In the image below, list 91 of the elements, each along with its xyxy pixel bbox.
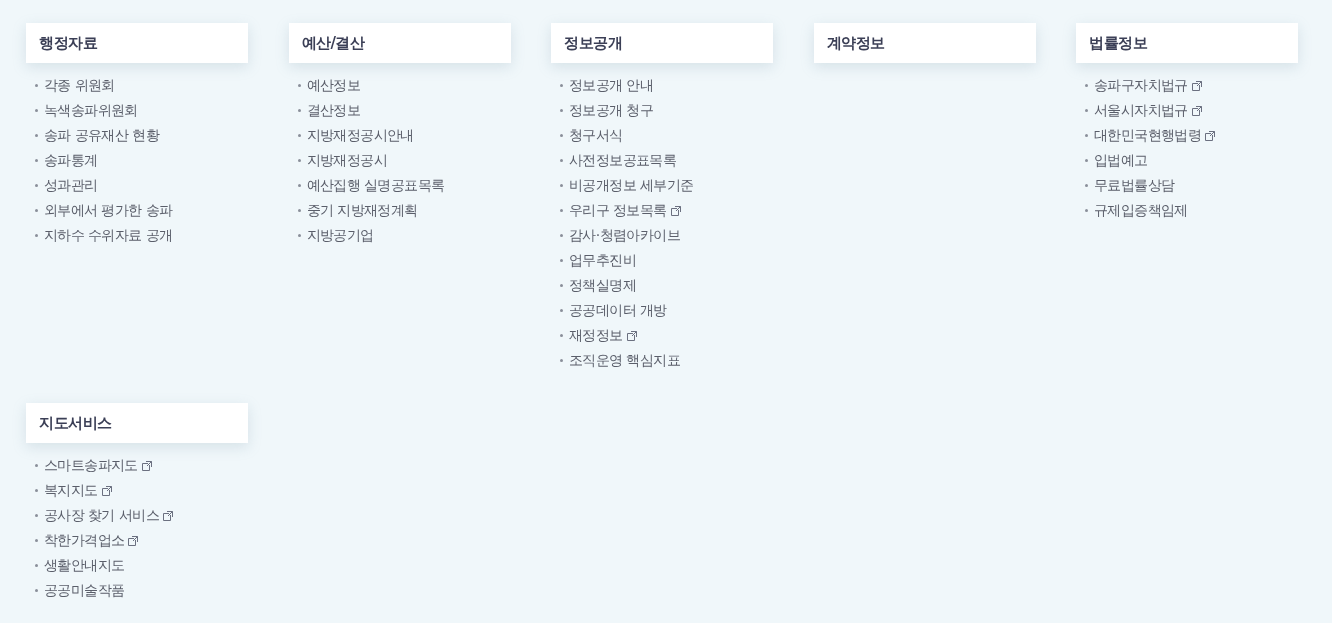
menu-link[interactable]: 착한가격업소 — [44, 528, 139, 553]
bullet-icon — [35, 134, 38, 137]
bullet-icon — [297, 84, 301, 87]
external-link-icon — [670, 205, 681, 216]
bullet-icon — [35, 184, 38, 187]
external-link-icon — [1191, 105, 1202, 116]
menu-link[interactable]: 재정정보 — [569, 323, 637, 348]
menu-link[interactable]: 공공데이터 개방 — [569, 298, 667, 323]
menu-link[interactable]: 송파구자치법규 — [1094, 73, 1202, 98]
bullet-icon — [35, 489, 38, 492]
bullet-icon — [297, 184, 301, 187]
bullet-icon — [560, 159, 563, 162]
bullet-icon — [35, 234, 38, 237]
bullet-icon — [560, 134, 563, 137]
menu-link[interactable]: 지하수 수위자료 공개 — [44, 223, 173, 248]
menu-link[interactable]: 정보공개 안내 — [569, 73, 654, 98]
menu-link[interactable]: 송파 공유재산 현황 — [44, 123, 159, 148]
menu-link[interactable]: 업무추진비 — [569, 248, 636, 273]
section-title: 지도서비스 — [26, 403, 248, 443]
section-title: 정보공개 — [551, 23, 773, 63]
menu-link[interactable]: 규제입증책임제 — [1094, 198, 1188, 223]
external-link-icon — [1205, 130, 1216, 141]
menu-link[interactable]: 예산집행 실명공표목록 — [306, 173, 445, 198]
external-link-icon — [141, 460, 152, 471]
menu-link[interactable]: 결산정보 — [306, 98, 361, 123]
menu-link[interactable]: 예산정보 — [306, 73, 361, 98]
bullet-icon — [560, 209, 563, 212]
menu-link[interactable]: 각종 위원회 — [44, 73, 115, 98]
section-title: 행정자료 — [26, 23, 248, 63]
bullet-icon — [1085, 159, 1088, 162]
menu-link[interactable]: 무료법률상담 — [1094, 173, 1175, 198]
section-title: 계약정보 — [813, 23, 1036, 63]
bullet-icon — [297, 234, 301, 237]
bullet-icon — [560, 234, 563, 237]
bullet-icon — [297, 134, 301, 137]
bullet-icon — [35, 564, 38, 567]
menu-link[interactable]: 비공개정보 세부기준 — [569, 173, 694, 198]
bullet-icon — [560, 359, 563, 362]
menu-link[interactable]: 송파통계 — [44, 148, 98, 173]
bullet-icon — [35, 109, 38, 112]
menu-link[interactable]: 대한민국현행법령 — [1094, 123, 1216, 148]
bullet-icon — [35, 159, 38, 162]
bullet-icon — [35, 539, 38, 542]
menu-link[interactable]: 서울시자치법규 — [1094, 98, 1202, 123]
bullet-icon — [1085, 184, 1088, 187]
menu-link[interactable]: 정보공개 청구 — [569, 98, 654, 123]
bullet-icon — [560, 184, 563, 187]
bullet-icon — [35, 589, 38, 592]
menu-link[interactable]: 스마트송파지도 — [44, 453, 152, 478]
menu-link[interactable]: 청구서식 — [569, 123, 623, 148]
menu-link[interactable]: 지방공기업 — [306, 223, 374, 248]
menu-link[interactable]: 우리구 정보목록 — [569, 198, 681, 223]
bullet-icon — [297, 159, 301, 162]
bullet-icon — [35, 84, 38, 87]
external-link-icon — [162, 510, 173, 521]
external-link-icon — [626, 330, 637, 341]
menu-link[interactable]: 녹색송파위원회 — [44, 98, 138, 123]
menu-link[interactable]: 지방재정공시 — [306, 148, 387, 173]
bullet-icon — [560, 334, 563, 337]
bullet-icon — [1085, 109, 1088, 112]
bullet-icon — [297, 209, 301, 212]
bullet-icon — [35, 209, 38, 212]
bullet-icon — [35, 464, 38, 467]
bullet-icon — [1085, 84, 1088, 87]
menu-link[interactable]: 지방재정공시안내 — [306, 123, 414, 148]
menu-link[interactable]: 입법예고 — [1094, 148, 1148, 173]
bullet-icon — [560, 109, 563, 112]
menu-link[interactable]: 감사·청렴아카이브 — [569, 223, 681, 248]
menu-link[interactable]: 조직운영 핵심지표 — [569, 348, 681, 373]
bullet-icon — [35, 514, 38, 517]
menu-link[interactable]: 공사장 찾기 서비스 — [44, 503, 173, 528]
bullet-icon — [560, 84, 563, 87]
external-link-icon — [101, 485, 112, 496]
external-link-icon — [1191, 80, 1202, 91]
external-link-icon — [128, 535, 139, 546]
bullet-icon — [560, 309, 563, 312]
menu-link[interactable]: 공공미술작품 — [44, 578, 125, 603]
bullet-icon — [560, 259, 563, 262]
section-title: 예산/결산 — [288, 23, 511, 63]
menu-link[interactable]: 성과관리 — [44, 173, 98, 198]
menu-link[interactable]: 외부에서 평가한 송파 — [44, 198, 173, 223]
section-title: 법률정보 — [1076, 23, 1298, 63]
menu-link[interactable]: 복지지도 — [44, 478, 112, 503]
menu-link[interactable]: 중기 지방재정계획 — [306, 198, 418, 223]
menu-link[interactable]: 정책실명제 — [569, 273, 636, 298]
menu-link[interactable]: 생활안내지도 — [44, 553, 125, 578]
bullet-icon — [297, 109, 301, 112]
bullet-icon — [1085, 209, 1088, 212]
bullet-icon — [1085, 134, 1088, 137]
bullet-icon — [560, 284, 563, 287]
menu-link[interactable]: 사전정보공표목록 — [569, 148, 677, 173]
